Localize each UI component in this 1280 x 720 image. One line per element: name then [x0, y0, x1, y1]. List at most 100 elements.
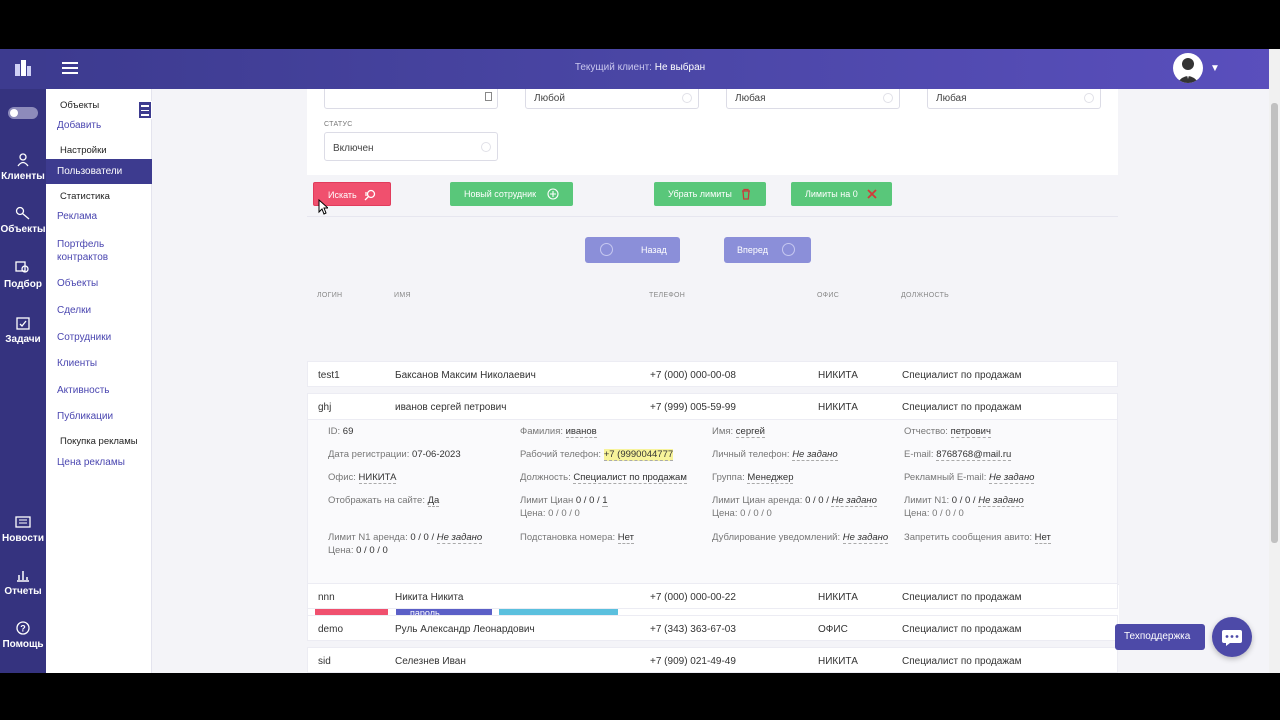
cell-name: Баксанов Максим Николаевич — [395, 370, 536, 381]
table-row-expanded[interactable]: ghj иванов сергей петрович +7 (999) 005-… — [307, 393, 1118, 419]
mouse-cursor-icon — [318, 199, 328, 215]
top-bar: Текущий клиент: Не выбран ▼ — [0, 49, 1280, 89]
detail-reg-date: Дата регистрации: 07-06-2023 — [328, 449, 461, 460]
filter-field-3[interactable]: Любая — [726, 89, 900, 109]
current-client-value: Не выбран — [654, 62, 706, 73]
rail-item-selection[interactable]: Подбор — [0, 261, 46, 290]
filter-field-1[interactable] — [324, 89, 498, 109]
search-icon — [364, 189, 376, 201]
detail-cian-rent-limit: Лимит Циан аренда: 0 / 0 / Не задано Цена… — [712, 495, 877, 519]
col-office[interactable]: ОФИС — [817, 292, 839, 299]
arrow-right-icon — [782, 243, 795, 256]
detail-position: Должность: Специалист по продажам — [520, 472, 687, 484]
news-icon — [15, 516, 31, 528]
key-icon — [15, 206, 30, 220]
status-label: СТАТУС — [324, 121, 353, 128]
back-label: Назад — [641, 245, 667, 255]
rail-item-clients[interactable]: Клиенты — [0, 153, 46, 182]
submenu-item-users[interactable]: Пользователи — [46, 159, 152, 184]
forward-button[interactable]: Вперед — [724, 237, 811, 263]
submenu-item-objects[interactable]: Объекты — [57, 278, 98, 289]
submenu-item-publications[interactable]: Публикации — [57, 411, 113, 422]
cell-office: НИКИТА — [818, 592, 858, 603]
cell-login: nnn — [318, 592, 335, 603]
table-row[interactable]: demo Руль Александр Леонардович +7 (343)… — [307, 615, 1118, 641]
page-scrollbar[interactable] — [1269, 49, 1280, 673]
filter-field-2[interactable]: Любой — [525, 89, 699, 109]
cell-phone: +7 (999) 005-59-99 — [650, 402, 736, 413]
cell-name: Руль Александр Леонардович — [395, 624, 535, 635]
rail-item-help[interactable]: ? Помощь — [0, 621, 46, 650]
avatar[interactable] — [1173, 53, 1203, 83]
current-client: Текущий клиент: Не выбран — [0, 62, 1280, 73]
cell-position: Специалист по продажам — [902, 402, 1022, 413]
rail-item-news[interactable]: Новости — [0, 515, 46, 544]
clear-icon[interactable] — [1084, 93, 1094, 103]
svg-text:?: ? — [20, 624, 26, 634]
submenu-toggle-icon[interactable] — [138, 101, 152, 119]
detail-avito-block: Запретить сообщения авито: Нет — [904, 532, 1051, 544]
clear-icon[interactable] — [682, 93, 692, 103]
remove-limits-button[interactable]: Убрать лимиты — [654, 182, 766, 206]
cell-phone: +7 (000) 000-00-22 — [650, 592, 736, 603]
detail-personal-phone: Личный телефон: Не задано — [712, 449, 838, 461]
theme-toggle[interactable] — [8, 107, 38, 119]
cell-office: НИКИТА — [818, 370, 858, 381]
detail-patronymic: Отчество: петрович — [904, 426, 991, 438]
submenu-item-ad-price[interactable]: Цена рекламы — [57, 457, 125, 468]
detail-surname: Фамилия: иванов — [520, 426, 597, 438]
detail-show-on-site: Отображать на сайте: Да — [328, 495, 440, 507]
limits-zero-button[interactable]: Лимиты на 0 — [791, 182, 892, 206]
cell-position: Специалист по продажам — [902, 592, 1022, 603]
remove-limits-label: Убрать лимиты — [668, 189, 732, 199]
calendar-icon — [485, 92, 492, 101]
col-phone[interactable]: ТЕЛЕФОН — [649, 292, 685, 299]
submenu-item-add[interactable]: Добавить — [57, 120, 101, 131]
table-row[interactable]: sid Селезнев Иван +7 (909) 021-49-49 НИК… — [307, 647, 1118, 673]
cell-position: Специалист по продажам — [902, 370, 1022, 381]
filter-field-4[interactable]: Любая — [927, 89, 1101, 109]
chevron-down-icon[interactable]: ▼ — [1210, 63, 1220, 74]
col-login[interactable]: ЛОГИН — [317, 292, 342, 299]
back-button[interactable]: Назад — [585, 237, 680, 263]
rail-label-tasks: Задачи — [5, 334, 41, 345]
col-position[interactable]: ДОЛЖНОСТЬ — [901, 292, 949, 299]
cell-name: иванов сергей петрович — [395, 402, 507, 413]
table-row[interactable]: test1 Баксанов Максим Николаевич +7 (000… — [307, 361, 1118, 387]
submenu-head-settings: Настройки — [60, 145, 107, 156]
chat-icon — [1222, 630, 1242, 646]
cell-login: sid — [318, 656, 331, 667]
calendar-check-icon — [16, 317, 30, 330]
submenu-item-ads[interactable]: Реклама — [57, 211, 97, 222]
rail-label-reports: Отчеты — [4, 586, 42, 597]
rail-item-reports[interactable]: Отчеты — [0, 568, 46, 597]
submenu-item-deals[interactable]: Сделки — [57, 305, 91, 316]
chat-button[interactable] — [1212, 617, 1252, 657]
clear-icon[interactable] — [481, 142, 491, 152]
status-select[interactable]: Включен — [324, 132, 498, 161]
person-icon — [17, 153, 29, 167]
scrollbar-thumb[interactable] — [1271, 103, 1278, 543]
submenu-item-activity[interactable]: Активность — [57, 385, 110, 396]
rail-label-selection: Подбор — [4, 279, 42, 290]
clear-icon[interactable] — [883, 93, 893, 103]
filter-field-3-value: Любая — [735, 93, 766, 104]
submenu-head-stats: Статистика — [60, 191, 110, 202]
new-employee-button[interactable]: Новый сотрудник — [450, 182, 573, 206]
submenu-item-portfolio[interactable]: Портфель контрактов — [57, 238, 137, 264]
support-button[interactable]: Техподдержка — [1115, 624, 1205, 650]
table-row[interactable]: nnn Никита Никита +7 (000) 000-00-22 НИК… — [307, 583, 1118, 609]
detail-cian-limit: Лимит Циан 0 / 0 / 1 Цена: 0 / 0 / 0 — [520, 495, 608, 519]
submenu-item-clients[interactable]: Клиенты — [57, 358, 97, 369]
submenu-item-employees[interactable]: Сотрудники — [57, 332, 111, 343]
rail-item-tasks[interactable]: Задачи — [0, 316, 46, 345]
detail-n1-rent-limit: Лимит N1 аренда: 0 / 0 / Не задано Цена: … — [328, 532, 483, 556]
cell-login: ghj — [318, 402, 332, 413]
search-button-label: Искать — [328, 190, 357, 200]
filter-field-2-value: Любой — [534, 93, 565, 104]
current-client-label: Текущий клиент: — [574, 62, 652, 73]
app-screen: Текущий клиент: Не выбран ▼ Клиенты Объе… — [0, 49, 1280, 673]
rail-item-objects[interactable]: Объекты — [0, 206, 46, 235]
col-name[interactable]: ИМЯ — [394, 292, 411, 299]
cell-position: Специалист по продажам — [902, 656, 1022, 667]
